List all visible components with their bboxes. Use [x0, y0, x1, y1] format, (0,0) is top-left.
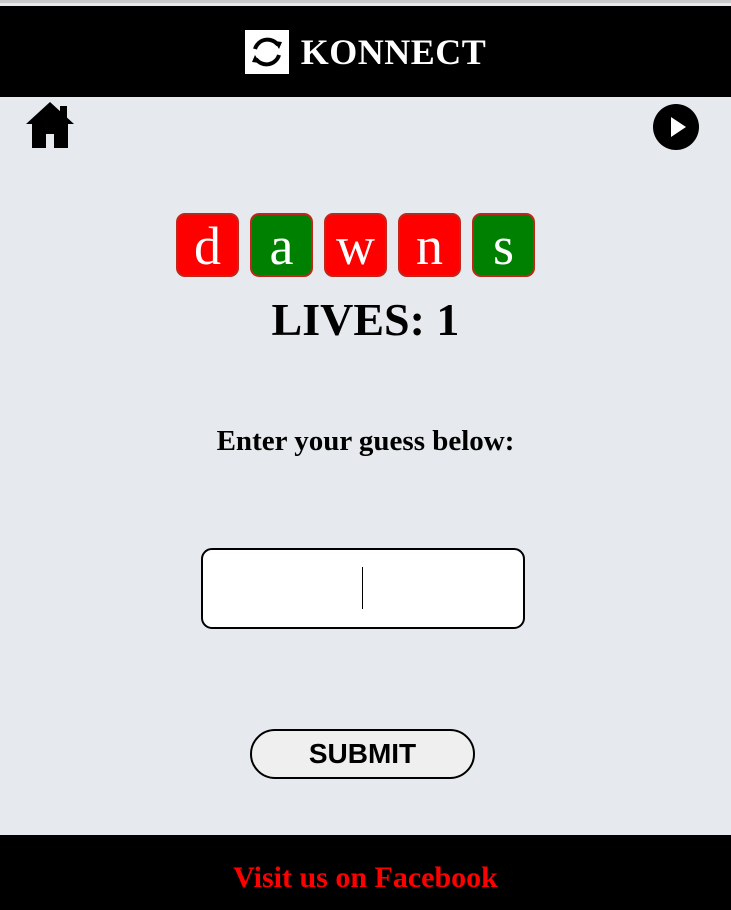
- letter-tile: a: [250, 213, 313, 277]
- guess-prompt: Enter your guess below:: [216, 425, 515, 457]
- letter-tile: d: [176, 213, 239, 277]
- footer-bar: Visit us on Facebook: [0, 835, 731, 910]
- letter-tile: w: [324, 213, 387, 277]
- letter-tile: s: [472, 213, 535, 277]
- refresh-arrows-icon: [244, 29, 289, 74]
- app-title: KONNECT: [300, 31, 487, 72]
- home-icon[interactable]: [24, 100, 76, 150]
- app-frame: KONNECT d a w n s LIVES: 1 Enter your gu…: [0, 0, 731, 910]
- submit-button[interactable]: SUBMIT: [250, 729, 475, 779]
- letter-tile: n: [398, 213, 461, 277]
- letter-tiles: d a w n s: [176, 213, 535, 277]
- lives-counter: LIVES: 1: [271, 294, 460, 345]
- text-caret: [362, 567, 363, 609]
- guess-input[interactable]: [201, 548, 525, 629]
- facebook-link[interactable]: Visit us on Facebook: [233, 861, 498, 895]
- header-bar: KONNECT: [0, 6, 731, 97]
- play-circle-icon[interactable]: [652, 103, 700, 151]
